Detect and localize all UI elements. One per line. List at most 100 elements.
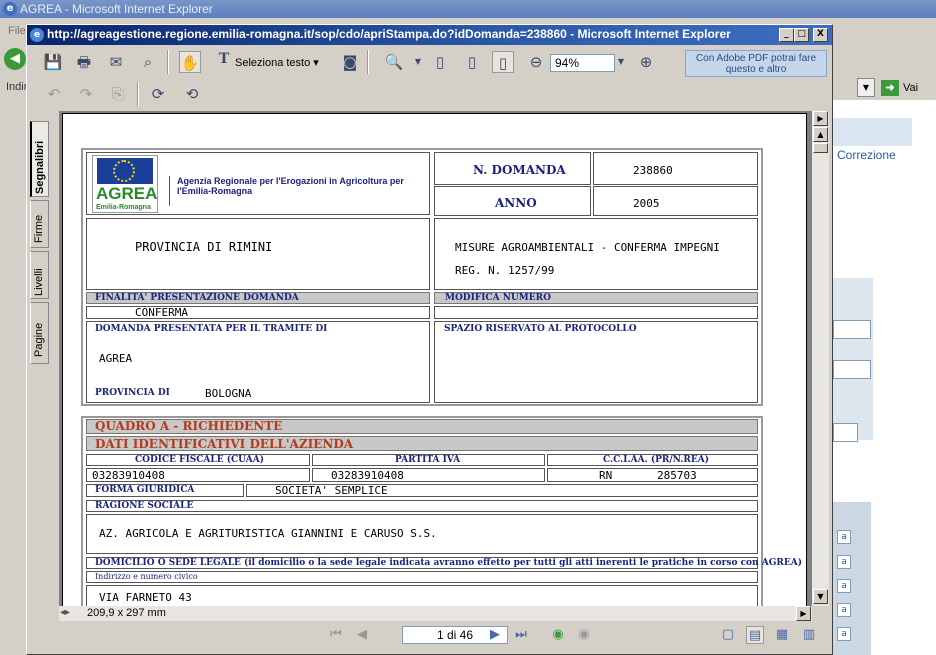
background-input[interactable] <box>833 360 871 379</box>
background-window-title[interactable]: AGREA - Microsoft Internet Explorer <box>0 0 936 18</box>
grid-cell-link[interactable]: a <box>837 579 851 593</box>
cciaa-value-box <box>547 468 758 482</box>
tab-livelli-label: Livelli <box>33 268 45 296</box>
forma-label: FORMA GIURIDICA <box>95 485 195 495</box>
zoom-plus-icon[interactable]: ⊕ <box>635 51 657 73</box>
zoom-level-dropdown-icon[interactable]: ▼ <box>610 51 632 73</box>
zoom-out-icon[interactable]: ⊖ <box>525 51 547 73</box>
save-icon[interactable]: 💾 <box>42 51 64 73</box>
tab-livelli[interactable]: Livelli <box>30 251 49 299</box>
tab-firme[interactable]: Firme <box>30 200 49 248</box>
zoom-in-icon[interactable]: 🔍 <box>383 51 405 73</box>
zoom-dropdown-icon[interactable]: ▼ <box>407 51 429 73</box>
redo-icon[interactable]: ↷ <box>75 83 97 105</box>
tab-segnalibri[interactable]: Segnalibri <box>30 121 49 197</box>
scroll-thumb[interactable] <box>813 143 828 153</box>
grid-cell-link[interactable]: a <box>837 555 851 569</box>
select-text-button[interactable]: Seleziona testo ▾ <box>235 56 319 69</box>
scroll-down-arrow-icon[interactable]: ▼ <box>813 589 828 604</box>
grid-cell-link[interactable]: a <box>837 627 851 641</box>
adobe-promo-button[interactable]: Con Adobe PDF potrai fare questo e altro <box>685 50 827 77</box>
fit-width-icon[interactable]: ▯ <box>492 51 514 73</box>
scroll-right-arrow-icon[interactable]: ▶ <box>813 111 828 126</box>
select-text-icon[interactable]: T <box>213 51 235 73</box>
facing-layout-icon[interactable]: ▦ <box>773 626 791 644</box>
previous-page-icon[interactable]: ◀ <box>353 626 371 644</box>
anno-label: ANNO <box>495 196 537 210</box>
background-input[interactable] <box>833 423 858 442</box>
email-icon[interactable]: ✉ <box>105 51 127 73</box>
document-viewport[interactable]: AGREA Emilia-Romagna Agenzia Regionale p… <box>59 111 829 606</box>
go-button[interactable]: ➜ Vai <box>881 78 933 97</box>
anno-value: 2005 <box>633 197 660 210</box>
first-page-icon[interactable]: ⏮ <box>327 626 345 644</box>
anno-value-box <box>593 186 758 216</box>
minimize-button[interactable]: _ <box>779 28 794 42</box>
domanda-value-box <box>593 152 758 185</box>
indirizzo-value: VIA FARNETO 43 <box>99 591 192 604</box>
cciaa-rea: 285703 <box>657 469 697 482</box>
provincia-di-label: PROVINCIA DI <box>95 388 170 398</box>
logo-subtext: Emilia-Romagna <box>96 204 151 211</box>
rotate-clockwise-icon[interactable]: ⟳ <box>147 83 169 105</box>
tab-firme-label: Firme <box>33 214 45 243</box>
next-page-icon[interactable]: ▶ <box>486 626 504 644</box>
find-icon[interactable]: ⌕ <box>137 51 159 73</box>
rotate-counterclockwise-icon[interactable]: ⟲ <box>181 83 203 105</box>
correzione-link[interactable]: Correzione <box>837 148 896 162</box>
dati-identificativi-title: DATI IDENTIFICATIVI DELL'AZIENDA <box>95 437 354 451</box>
zoom-input[interactable]: 94% <box>550 54 615 72</box>
misure-box <box>434 218 758 290</box>
pdf-page: AGREA Emilia-Romagna Agenzia Regionale p… <box>62 113 807 606</box>
misure-line2: REG. N. 1257/99 <box>455 264 555 277</box>
undo-icon[interactable]: ↶ <box>43 83 65 105</box>
modifica-value-box <box>434 306 758 319</box>
provincia-text: PROVINCIA DI RIMINI <box>135 240 273 254</box>
back-arrow-icon[interactable]: ◀ <box>4 48 26 70</box>
go-label: Vai <box>903 81 919 94</box>
cf-value: 03283910408 <box>92 469 165 482</box>
background-panel <box>833 278 873 440</box>
grid-cell-link[interactable]: a <box>837 530 851 544</box>
vertical-scrollbar[interactable]: ▶ ▲ ▼ <box>812 111 829 606</box>
ragione-label: RAGIONE SOCIALE <box>95 501 194 511</box>
piva-value: 03283910408 <box>331 469 404 482</box>
tab-pagine[interactable]: Pagine <box>30 302 49 364</box>
continuous-layout-icon[interactable]: ▤ <box>746 626 764 644</box>
agrea-logo: AGREA Emilia-Romagna <box>92 155 158 213</box>
background-input[interactable] <box>833 320 871 339</box>
maximize-button[interactable]: □ <box>794 28 809 42</box>
background-menu-file[interactable]: File <box>8 25 26 37</box>
pdf-popup-window: http://agreagestione.regione.emilia-roma… <box>26 24 833 655</box>
popup-title-bar[interactable]: http://agreagestione.regione.emilia-roma… <box>27 25 832 45</box>
toolbar-separator <box>167 50 169 74</box>
scroll-right-icon[interactable]: ▶ <box>796 606 811 621</box>
split-handle-icon[interactable]: ◂▸ <box>60 607 70 618</box>
address-dropdown-arrow-icon[interactable]: ▼ <box>857 78 875 97</box>
cciaa-pr: RN <box>599 469 613 482</box>
scroll-up-arrow-icon[interactable]: ▲ <box>813 127 828 142</box>
horizontal-scrollbar[interactable]: ▶ <box>59 606 812 621</box>
domicilio-label: DOMICILIO O SEDE LEGALE (il domicilio o … <box>95 558 802 568</box>
close-button[interactable]: X <box>813 28 828 42</box>
copy-icon[interactable]: ⎘ <box>107 83 129 105</box>
snapshot-icon[interactable]: ◙ <box>339 51 361 73</box>
fit-page-icon[interactable]: ▯ <box>461 51 483 73</box>
misure-line1: MISURE AGROAMBIENTALI - CONFERMA IMPEGNI <box>455 241 720 254</box>
hand-tool-icon[interactable]: ✋ <box>179 51 201 73</box>
protocollo-label: SPAZIO RISERVATO AL PROTOCOLLO <box>444 324 637 334</box>
actual-size-icon[interactable]: ▯ <box>429 51 451 73</box>
continuous-facing-layout-icon[interactable]: ▥ <box>800 626 818 644</box>
next-view-icon[interactable]: ◉ <box>575 626 593 644</box>
grid-cell-link[interactable]: a <box>837 603 851 617</box>
ie-icon: e <box>3 2 17 16</box>
quadro-a-title: QUADRO A - RICHIEDENTE <box>95 419 283 433</box>
last-page-icon[interactable]: ⏭ <box>512 626 530 644</box>
print-icon[interactable]: 🖶 <box>73 51 95 73</box>
provincia-box <box>86 218 430 290</box>
single-page-layout-icon[interactable]: ▢ <box>719 626 737 644</box>
previous-view-icon[interactable]: ◉ <box>549 626 567 644</box>
tramite-label: DOMANDA PRESENTATA PER IL TRAMITE DI <box>95 324 328 334</box>
agency-name: Agenzia Regionale per l'Erogazioni in Ag… <box>177 176 404 196</box>
ie-icon: e <box>30 28 44 42</box>
